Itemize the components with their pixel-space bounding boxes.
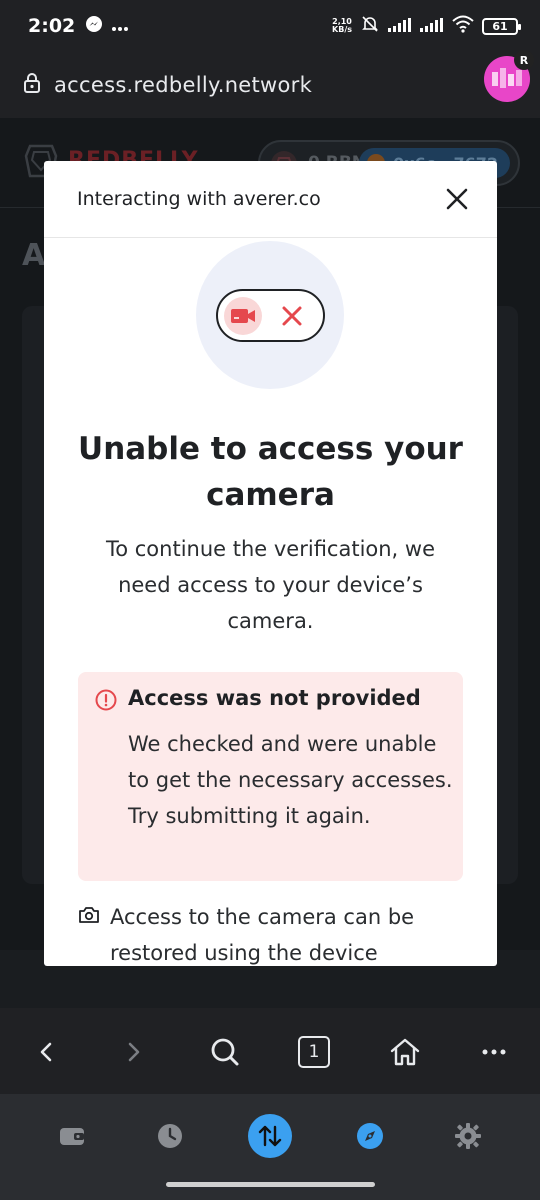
- browser-toolbar: 1: [0, 1008, 540, 1094]
- dialog-heading: Unable to access your camera: [78, 431, 463, 513]
- more-icon: [482, 1049, 506, 1055]
- site-heading: A: [22, 238, 46, 273]
- nav-settings[interactable]: [446, 1114, 490, 1158]
- dialog-header: Interacting with averer.co: [44, 161, 497, 238]
- back-button[interactable]: [26, 1032, 66, 1072]
- menu-button[interactable]: [474, 1032, 514, 1072]
- wallet-bottom-nav: [0, 1094, 540, 1200]
- forward-button[interactable]: [114, 1032, 154, 1072]
- profile-avatar[interactable]: R: [484, 50, 534, 102]
- nav-browser[interactable]: [348, 1114, 392, 1158]
- camera-blocked-illustration: [196, 241, 344, 389]
- profile-badge: R: [514, 50, 534, 70]
- camera-icon: [224, 297, 262, 335]
- status-time: 2:02: [28, 15, 76, 37]
- status-bar: 2:02 2,10 KB/s 61: [0, 0, 540, 52]
- search-icon: [211, 1038, 239, 1066]
- alert-text: We checked and were unable to get the ne…: [128, 732, 453, 828]
- alert-title: Access was not provided: [128, 686, 421, 710]
- nav-history[interactable]: [148, 1114, 192, 1158]
- tabs-button[interactable]: 1: [294, 1032, 334, 1072]
- tab-count: 1: [298, 1036, 330, 1068]
- url-text[interactable]: access.redbelly.network: [54, 73, 312, 97]
- error-alert: Access was not provided We checked and w…: [78, 672, 463, 881]
- gear-icon: [455, 1123, 481, 1149]
- address-bar[interactable]: access.redbelly.network R: [0, 50, 540, 118]
- network-speed: 2,10 KB/s: [332, 17, 352, 34]
- swap-arrows-icon: [258, 1125, 282, 1147]
- search-button[interactable]: [205, 1032, 245, 1072]
- mute-icon: [360, 14, 380, 38]
- close-icon: [446, 188, 468, 210]
- camera-toggle-pill: [216, 289, 325, 342]
- camera-access-dialog: Interacting with averer.co Unable to acc…: [44, 161, 497, 966]
- wifi-icon: [452, 15, 474, 37]
- restore-text: Access to the camera can be restored usi…: [110, 905, 415, 965]
- back-icon: [40, 1042, 52, 1062]
- home-icon: [390, 1038, 420, 1066]
- forward-icon: [128, 1042, 140, 1062]
- signal-icon-sim1: [388, 17, 412, 36]
- nav-wallet[interactable]: [50, 1114, 94, 1158]
- compass-icon: [357, 1123, 383, 1149]
- clock-icon: [158, 1124, 182, 1148]
- dialog-title: Interacting with averer.co: [77, 188, 321, 210]
- blocked-x-icon: [279, 303, 305, 329]
- more-notifications-icon: [111, 17, 129, 36]
- error-icon: [95, 689, 117, 711]
- lock-icon: [22, 72, 42, 98]
- messenger-icon: [85, 15, 103, 37]
- nav-swap[interactable]: [248, 1114, 292, 1158]
- wallet-icon: [60, 1128, 84, 1145]
- gesture-bar[interactable]: [166, 1182, 375, 1187]
- camera-outline-icon: [78, 905, 100, 927]
- dialog-description: To continue the verification, we need ac…: [105, 537, 436, 633]
- battery-indicator: 61: [482, 17, 521, 35]
- signal-icon-sim2: [420, 17, 444, 36]
- home-button[interactable]: [385, 1032, 425, 1072]
- close-button[interactable]: [443, 185, 471, 213]
